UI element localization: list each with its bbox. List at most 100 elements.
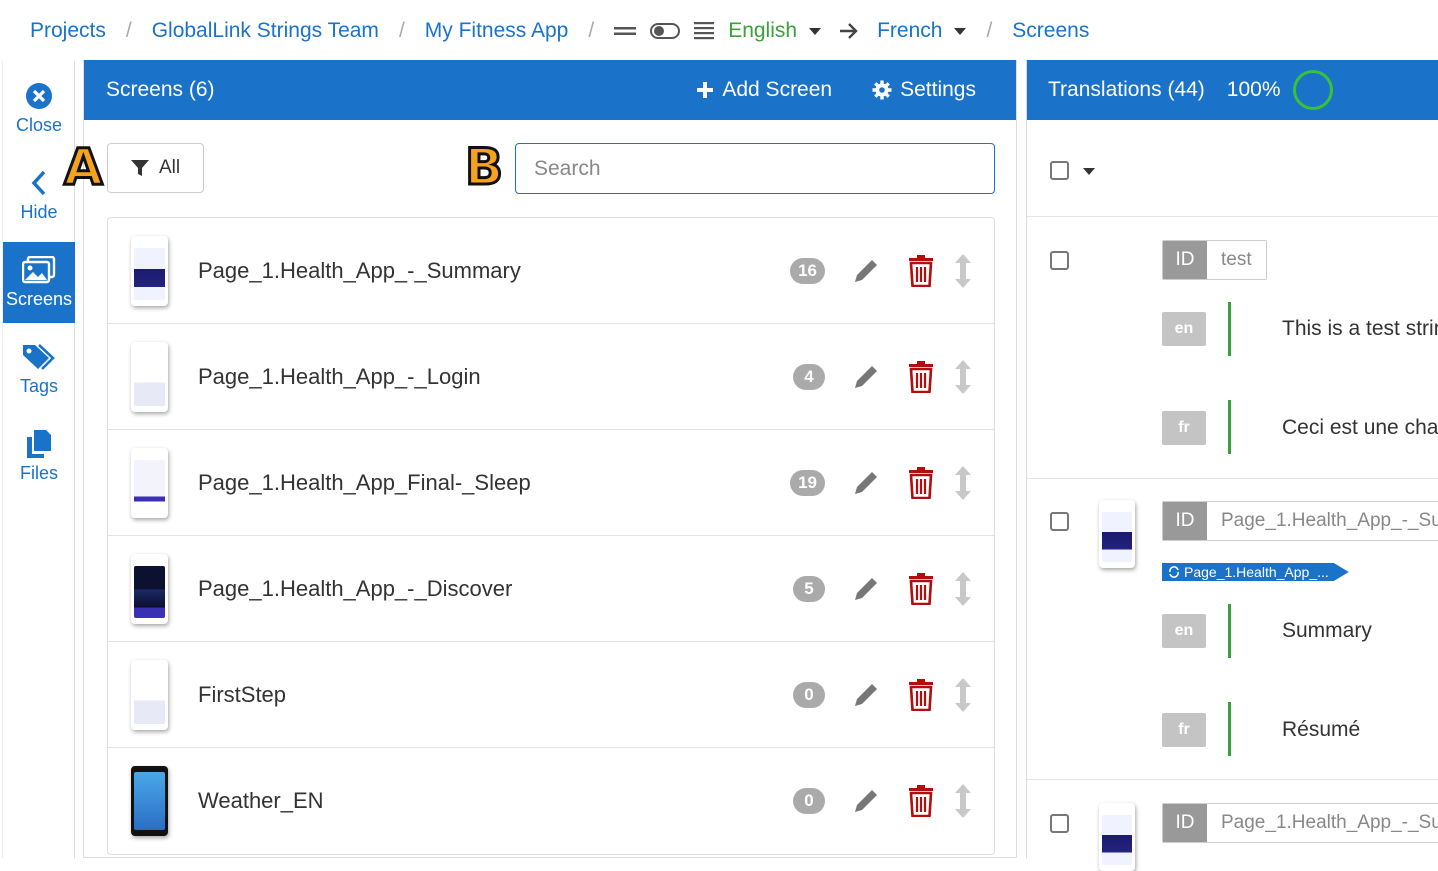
rail-close[interactable]: Close bbox=[3, 68, 75, 149]
pencil-icon[interactable] bbox=[851, 362, 881, 392]
row-checkbox[interactable] bbox=[1050, 251, 1069, 270]
trash-icon[interactable] bbox=[908, 572, 934, 605]
list-item[interactable]: Page_1.Health_App_-_Discover 5 bbox=[108, 536, 994, 642]
rail-screens[interactable]: Screens bbox=[3, 242, 75, 323]
crumb-separator: / bbox=[398, 19, 405, 42]
trash-icon[interactable] bbox=[908, 360, 934, 393]
rail-tags-label: Tags bbox=[19, 376, 59, 396]
gear-icon bbox=[872, 80, 892, 100]
filter-icon bbox=[130, 160, 149, 176]
list-item[interactable]: FirstStep 0 bbox=[108, 642, 994, 748]
screen-thumbnail bbox=[131, 660, 168, 730]
expanded-view-icon[interactable] bbox=[694, 22, 715, 40]
id-label: ID bbox=[1163, 804, 1207, 842]
id-label: ID bbox=[1163, 502, 1207, 540]
screen-name: Page_1.Health_App_Final-_Sleep bbox=[198, 469, 531, 495]
status-bar bbox=[1228, 604, 1231, 658]
screens-panel: Screens (6) Add Screen Settings A All B … bbox=[63, 60, 1017, 858]
translation-card: ID test en This is a test strin fr Ceci … bbox=[1027, 217, 1438, 479]
progress-percent: 100% bbox=[1226, 78, 1281, 101]
chevron-left-icon bbox=[30, 168, 48, 198]
settings-button[interactable]: Settings bbox=[872, 78, 976, 102]
row-checkbox[interactable] bbox=[1050, 512, 1069, 531]
drag-handle-icon[interactable] bbox=[954, 253, 972, 289]
trash-icon[interactable] bbox=[908, 785, 934, 817]
search-input[interactable] bbox=[515, 143, 995, 194]
view-tools bbox=[614, 22, 715, 40]
pencil-icon[interactable] bbox=[851, 786, 881, 816]
string-id-field[interactable]: ID Page_1.Health_App_-_Sum bbox=[1162, 501, 1438, 541]
crumb-separator: / bbox=[588, 19, 595, 42]
screen-name: Page_1.Health_App_-_Summary bbox=[198, 257, 521, 283]
string-count-badge: 16 bbox=[790, 257, 825, 284]
crumb-projects[interactable]: Projects bbox=[30, 19, 106, 43]
source-text[interactable]: This is a test strin bbox=[1282, 317, 1438, 341]
trash-icon[interactable] bbox=[908, 678, 934, 711]
drag-handle-icon[interactable] bbox=[954, 465, 972, 501]
string-id-field[interactable]: ID Page_1.Health_App_-_Sum bbox=[1162, 803, 1438, 843]
chevron-down-icon[interactable] bbox=[1083, 168, 1095, 175]
screen-thumbnail bbox=[131, 554, 168, 624]
rail-screens-label: Screens bbox=[5, 289, 73, 309]
crumb-team[interactable]: GlobalLink Strings Team bbox=[152, 19, 379, 43]
pencil-icon[interactable] bbox=[851, 574, 881, 604]
target-language-label: French bbox=[877, 19, 943, 42]
compact-view-icon[interactable] bbox=[614, 24, 637, 38]
screen-thumbnail bbox=[131, 236, 168, 306]
source-text[interactable]: Summary bbox=[1282, 619, 1372, 643]
rail-files[interactable]: Files bbox=[3, 416, 75, 497]
row-checkbox[interactable] bbox=[1050, 814, 1069, 833]
screen-thumbnail bbox=[1099, 500, 1135, 568]
translations-panel: Translations (44) 100% ID test en This i… bbox=[1026, 60, 1438, 871]
annotation-marker-a: A bbox=[63, 137, 105, 198]
string-id-field[interactable]: ID test bbox=[1162, 240, 1267, 280]
drag-handle-icon[interactable] bbox=[954, 677, 972, 713]
rail-tags[interactable]: Tags bbox=[3, 329, 75, 410]
view-toggle[interactable] bbox=[650, 23, 681, 39]
id-value: Page_1.Health_App_-_Sum bbox=[1207, 502, 1438, 540]
drag-handle-icon[interactable] bbox=[954, 783, 972, 819]
status-bar bbox=[1228, 400, 1231, 454]
screen-thumbnail bbox=[1099, 803, 1135, 871]
pencil-icon[interactable] bbox=[851, 680, 881, 710]
string-count-badge: 5 bbox=[793, 575, 825, 602]
breadcrumb: Projects / GlobalLink Strings Team / My … bbox=[0, 0, 1438, 62]
target-text[interactable]: Résumé bbox=[1282, 718, 1360, 742]
trash-icon[interactable] bbox=[908, 254, 934, 287]
crumb-app[interactable]: My Fitness App bbox=[425, 19, 569, 43]
add-screen-button[interactable]: Add Screen bbox=[696, 78, 832, 102]
close-icon bbox=[25, 81, 53, 111]
target-language-select[interactable]: French bbox=[877, 19, 967, 43]
status-bar bbox=[1228, 702, 1231, 756]
trash-icon[interactable] bbox=[908, 466, 934, 499]
pencil-icon[interactable] bbox=[851, 468, 881, 498]
screens-list: Page_1.Health_App_-_Summary 16 Page_1.He… bbox=[107, 217, 995, 855]
tags-icon bbox=[21, 342, 57, 372]
arrow-right-icon bbox=[840, 23, 858, 39]
translations-panel-header: Translations (44) 100% bbox=[1027, 60, 1438, 120]
rail-close-label: Close bbox=[15, 115, 63, 135]
screen-name: Page_1.Health_App_-_Login bbox=[198, 363, 481, 389]
list-item[interactable]: Page_1.Health_App_Final-_Sleep 19 bbox=[108, 430, 994, 536]
filter-button[interactable]: All bbox=[107, 143, 204, 193]
string-count-badge: 4 bbox=[793, 363, 825, 390]
screens-panel-title: Screens (6) bbox=[106, 78, 215, 101]
screen-name: Page_1.Health_App_-_Discover bbox=[198, 575, 513, 601]
select-all-checkbox[interactable] bbox=[1050, 161, 1069, 180]
source-language-select[interactable]: English bbox=[728, 19, 822, 43]
language-tag-fr: fr bbox=[1162, 411, 1206, 445]
screen-link-tag[interactable]: Page_1.Health_App_... bbox=[1162, 563, 1349, 581]
target-text[interactable]: Ceci est une chaî bbox=[1282, 416, 1438, 440]
settings-label: Settings bbox=[900, 78, 976, 101]
crumb-screens[interactable]: Screens bbox=[1012, 19, 1089, 43]
add-screen-label: Add Screen bbox=[722, 78, 833, 101]
list-item[interactable]: Page_1.Health_App_-_Login 4 bbox=[108, 324, 994, 430]
pencil-icon[interactable] bbox=[851, 256, 881, 286]
rail-hide-label: Hide bbox=[20, 202, 58, 222]
list-item[interactable]: Page_1.Health_App_-_Summary 16 bbox=[108, 218, 994, 324]
drag-handle-icon[interactable] bbox=[954, 571, 972, 607]
source-language-label: English bbox=[728, 19, 798, 42]
chevron-down-icon bbox=[809, 27, 822, 35]
list-item[interactable]: Weather_EN 0 bbox=[108, 748, 994, 854]
drag-handle-icon[interactable] bbox=[954, 359, 972, 395]
